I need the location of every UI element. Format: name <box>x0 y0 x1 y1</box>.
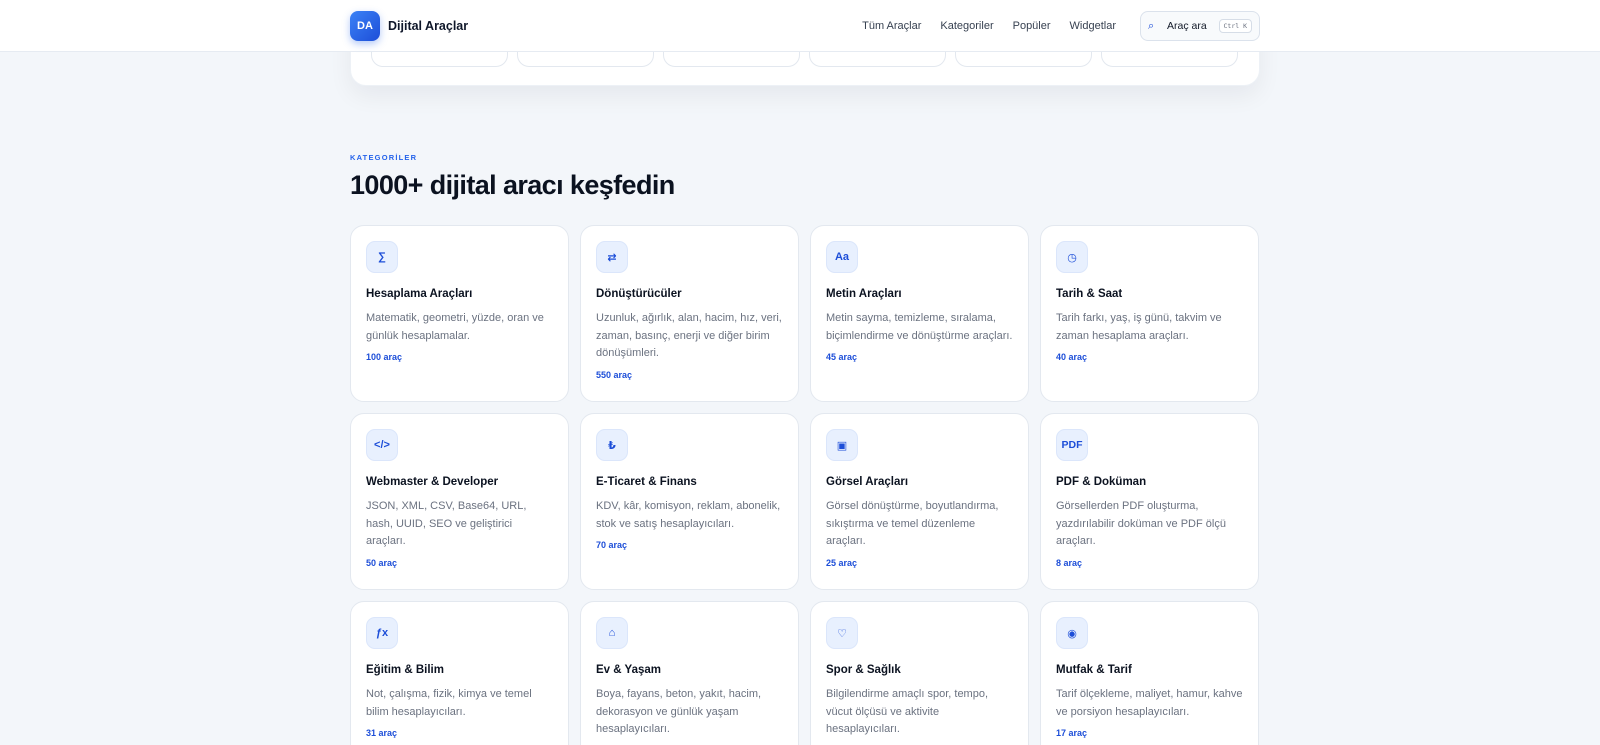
category-title: Ev & Yaşam <box>596 664 662 676</box>
category-title: PDF & Doküman <box>1056 476 1147 488</box>
category-tool-count: 550 araç <box>596 369 633 380</box>
category-card[interactable]: ◷ Tarih & Saat Tarih farkı, yaş, iş günü, … <box>1040 225 1259 402</box>
category-card[interactable]: ◉ Mutfak & Tarif Tarif ölçekleme, maliyet,… <box>1040 601 1259 745</box>
category-grid: ∑ Hesaplama Araçları Matematik, geometri, … <box>350 225 1259 745</box>
category-card[interactable]: ₺ E-Ticaret & Finans KDV, kâr, komisyon, r… <box>580 413 799 590</box>
category-title: Metin Araçları <box>826 288 902 300</box>
category-tool-count: 40 araç <box>1056 352 1088 362</box>
category-description: Not, çalışma, fizik, kimya ve temel bili… <box>366 688 532 718</box>
bowl-icon: ◉ <box>1056 617 1088 649</box>
category-card[interactable]: ƒx Eğitim & Bilim Not, çalışma, fizik, kim… <box>350 601 569 745</box>
category-description: KDV, kâr, komisyon, reklam, abonelik, st… <box>596 500 781 530</box>
category-title: Hesaplama Araçları <box>366 288 473 300</box>
category-description: Metin sayma, temizleme, sıralama, biçiml… <box>826 312 1013 342</box>
sigma-icon: ∑ <box>366 241 398 273</box>
search-label: Araç ara <box>1167 20 1207 32</box>
nav-popular[interactable]: Popüler <box>1013 20 1051 32</box>
text-icon: Aa <box>826 241 858 273</box>
category-tool-count: 17 araç <box>1056 728 1088 738</box>
category-title: Dönüştürücüler <box>596 288 682 300</box>
top-header: DA Dijital Araçlar Tüm Araçlar Kategoril… <box>0 0 1600 52</box>
convert-arrows-icon: ⇄ <box>596 241 628 273</box>
category-card[interactable]: ⌂ Ev & Yaşam Boya, fayans, beton, yakıt, h… <box>580 601 799 745</box>
logo-badge[interactable]: DA <box>350 11 380 41</box>
search-button[interactable]: ⌕ Araç ara Ctrl K <box>1140 11 1260 41</box>
category-card[interactable]: </> Webmaster & Developer JSON, XML, CSV, … <box>350 413 569 590</box>
category-card[interactable]: Aa Metin Araçları Metin sayma, temizleme, … <box>810 225 1029 402</box>
category-card[interactable]: ⇄ Dönüştürücüler Uzunluk, ağırlık, alan, h… <box>580 225 799 402</box>
category-title: Tarih & Saat <box>1056 288 1123 300</box>
category-card[interactable]: ▣ Görsel Araçları Görsel dönüştürme, boyut… <box>810 413 1029 590</box>
category-tool-count: 70 araç <box>596 540 628 550</box>
category-description: Görsellerden PDF oluşturma, yazdırılabil… <box>1056 500 1226 547</box>
category-description: Bilgilendirme amaçlı spor, tempo, vücut … <box>826 688 989 735</box>
category-tool-count: 100 araç <box>366 352 403 362</box>
category-tool-count: 45 araç <box>826 352 858 362</box>
category-description: Matematik, geometri, yüzde, oran ve günl… <box>366 312 544 342</box>
category-card[interactable]: ♡ Spor & Sağlık Bilgilendirme amaçlı spor,… <box>810 601 1029 745</box>
category-description: Tarif ölçekleme, maliyet, hamur, kahve v… <box>1056 688 1243 718</box>
image-icon: ▣ <box>826 429 858 461</box>
category-card[interactable]: PDF PDF & Doküman Görsellerden PDF oluştur… <box>1040 413 1259 590</box>
section-title: 1000+ dijital aracı keşfedin <box>350 170 675 200</box>
category-title: Webmaster & Developer <box>366 476 499 488</box>
category-title: Mutfak & Tarif <box>1056 664 1132 676</box>
heart-icon: ♡ <box>826 617 858 649</box>
code-icon: </> <box>366 429 398 461</box>
keyboard-shortcut-badge: Ctrl K <box>1218 19 1252 33</box>
category-description: JSON, XML, CSV, Base64, URL, hash, UUID,… <box>366 500 527 547</box>
lira-icon: ₺ <box>596 429 628 461</box>
category-tool-count: 25 araç <box>826 557 858 568</box>
category-title: Eğitim & Bilim <box>366 664 444 676</box>
main-nav: Tüm Araçlar Kategoriler Popüler Widgetla… <box>862 20 1116 32</box>
nav-all-tools[interactable]: Tüm Araçlar <box>862 20 921 32</box>
brand-name[interactable]: Dijital Araçlar <box>388 19 468 33</box>
category-title: E-Ticaret & Finans <box>596 476 697 488</box>
category-description: Uzunluk, ağırlık, alan, hacim, hız, veri… <box>596 312 782 359</box>
search-icon: ⌕ <box>1148 19 1155 32</box>
category-card[interactable]: ∑ Hesaplama Araçları Matematik, geometri, … <box>350 225 569 402</box>
category-title: Görsel Araçları <box>826 476 909 488</box>
function-icon: ƒx <box>366 617 398 649</box>
nav-categories[interactable]: Kategoriler <box>940 20 993 32</box>
header-inner: DA Dijital Araçlar Tüm Araçlar Kategoril… <box>350 0 1260 52</box>
category-tool-count: 50 araç <box>366 557 398 568</box>
nav-widgets[interactable]: Widgetlar <box>1070 20 1116 32</box>
pdf-icon: PDF <box>1056 429 1088 461</box>
category-description: Boya, fayans, beton, yakıt, hacim, dekor… <box>596 688 762 735</box>
home-icon: ⌂ <box>596 617 628 649</box>
category-description: Tarih farkı, yaş, iş günü, takvim ve zam… <box>1056 312 1222 342</box>
section-eyebrow: KATEGORİLER <box>350 153 418 162</box>
category-description: Görsel dönüştürme, boyutlandırma, sıkışt… <box>826 500 999 547</box>
category-tool-count: 31 araç <box>366 728 398 738</box>
category-tool-count: 8 araç <box>1056 557 1083 568</box>
clock-icon: ◷ <box>1056 241 1088 273</box>
category-title: Spor & Sağlık <box>826 664 901 676</box>
